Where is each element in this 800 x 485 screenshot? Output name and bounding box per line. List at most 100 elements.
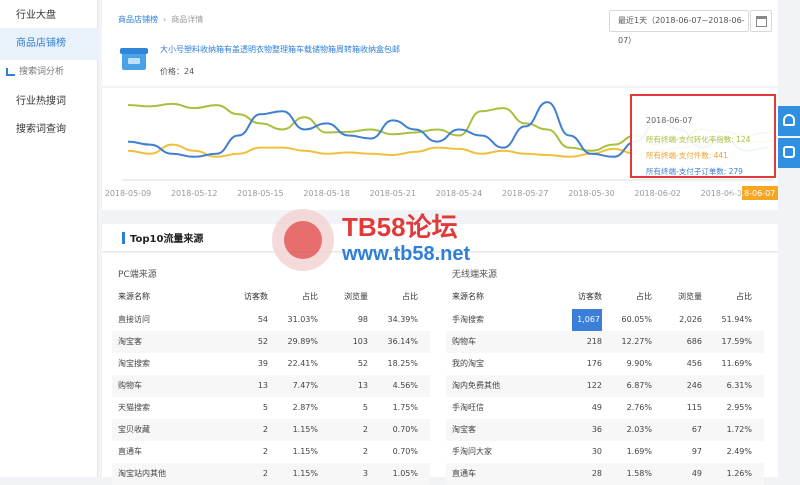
table-cell: 手淘问大家 [452, 447, 492, 456]
table-cell: 1.26% [726, 469, 752, 478]
chart-icon [6, 67, 15, 76]
table-row[interactable]: 宝贝收藏 2 1.15% 2 0.70% [112, 419, 430, 441]
table-cell: 1.58% [626, 469, 652, 478]
tooltip-line-items: 所有终端-支付件数: 441 [646, 151, 728, 160]
table-cell: 97 [691, 447, 702, 456]
table-cell: 686 [686, 337, 702, 346]
table-cell: 7.47% [292, 381, 318, 390]
table-cell: 淘宝客 [452, 425, 476, 434]
table-cell: 1.15% [292, 447, 318, 456]
table-row[interactable]: 直通车 28 1.58% 49 1.26% [446, 463, 764, 485]
sidebar-item-product-rank[interactable]: 商品店铺榜 [0, 28, 98, 60]
table-row[interactable]: 手淘问大家 30 1.69% 97 2.49% [446, 441, 764, 463]
table-cell: 1.05% [392, 469, 418, 478]
table-cell: 手淘旺信 [452, 403, 484, 412]
table-cell: 2 [262, 425, 268, 434]
table-cell: 直接访问 [118, 315, 150, 324]
table-row[interactable]: 淘宝客 36 2.03% 67 1.72% [446, 419, 764, 441]
table-cell: 淘宝客 [118, 337, 142, 346]
table-row[interactable]: 淘宝搜索 39 22.41% 52 18.25% [112, 353, 430, 375]
chat-button[interactable] [778, 138, 800, 168]
table-cell: 49 [591, 403, 602, 412]
x-tick-label: 2018-06-02 [634, 189, 681, 198]
table-cell: 13 [257, 381, 268, 390]
table-row[interactable]: 购物车 13 7.47% 13 4.56% [112, 375, 430, 397]
table-cell: 52 [257, 337, 268, 346]
table-row[interactable]: 直接访问 54 31.03% 98 34.39% [112, 309, 430, 331]
sidebar-item-word-query[interactable]: 搜索词查询 [0, 114, 98, 146]
table-row[interactable]: 手淘搜索 1,067 60.05% 2,026 51.94% [446, 309, 764, 331]
product-title[interactable]: 大小号塑料收纳箱有盖透明衣物整理箱车载储物箱周转箱收纳盒包邮 [160, 44, 400, 55]
table-cell: 5 [262, 403, 268, 412]
column-header: 浏览量 [344, 292, 368, 301]
table-cell: 手淘搜索 [452, 315, 484, 324]
sidebar-item-label: 商品店铺榜 [16, 38, 66, 49]
notification-button[interactable] [778, 106, 800, 136]
column-header: 来源名称 [452, 292, 484, 301]
pc-table-title: PC端来源 [118, 270, 157, 280]
table-cell: 2 [262, 469, 268, 478]
calendar-button[interactable] [750, 10, 772, 32]
table-cell: 122 [586, 381, 602, 390]
breadcrumb-link[interactable]: 商品店铺榜 [118, 15, 158, 24]
x-tick-label: 2018-05-09 [105, 189, 152, 198]
product-price: 价格：24 [160, 67, 195, 76]
table-cell: 39 [257, 359, 268, 368]
table-cell: 1,067 [572, 309, 602, 331]
table-row[interactable]: 天猫搜索 5 2.87% 5 1.75% [112, 397, 430, 419]
table-cell: 176 [586, 359, 602, 368]
table-cell: 2 [362, 447, 368, 456]
table-cell: 98 [357, 315, 368, 324]
table-cell: 54 [257, 315, 268, 324]
tooltip-line-conversion: 所有终端-支付转化率指数: 124 [646, 135, 751, 144]
column-header: 占比 [636, 292, 652, 301]
table-cell: 51.94% [721, 315, 752, 324]
table-row[interactable]: 淘内免费其他 122 6.87% 246 6.31% [446, 375, 764, 397]
tooltip-line-orders: 所有终端-支付子订单数: 279 [646, 167, 743, 176]
table-cell: 6.87% [626, 381, 652, 390]
table-cell: 34.39% [387, 315, 418, 324]
date-range-picker[interactable]: 最近1天（2018-06-07~2018-06-07） [609, 10, 749, 45]
table-cell: 宝贝收藏 [118, 425, 150, 434]
table-row[interactable]: 手淘旺信 49 2.76% 115 2.95% [446, 397, 764, 419]
table-cell: 18.25% [387, 359, 418, 368]
table-cell: 28 [591, 469, 602, 478]
table-cell: 5 [362, 403, 368, 412]
table-row[interactable]: 直通车 2 1.15% 2 0.70% [112, 441, 430, 463]
breadcrumb-separator: › [163, 15, 167, 24]
table-cell: 36.14% [387, 337, 418, 346]
table-cell: 1.69% [626, 447, 652, 456]
table-row[interactable]: 淘宝客 52 29.89% 103 36.14% [112, 331, 430, 353]
trend-chart-card: 2018-05-09 2018-05-12 2018-05-15 2018-05-18… [102, 88, 778, 210]
right-toolbar [778, 0, 800, 477]
table-cell: 天猫搜索 [118, 403, 150, 412]
sidebar-item-label: 行业热搜词 [16, 96, 66, 107]
mobile-table-title: 无线端来源 [452, 270, 498, 280]
table-cell: 2.49% [726, 447, 752, 456]
sidebar: 行业大盘 商品店铺榜 搜索词分析 行业热搜词 搜索词查询 [0, 0, 98, 477]
traffic-source-card: PC端来源 无线端来源 来源名称 访客数 占比 浏览量 占比 直接访问 54 31.03% 98… [102, 253, 778, 485]
table-row[interactable]: 淘宝站内其他 2 1.15% 3 1.05% [112, 463, 430, 485]
table-cell: 67 [691, 425, 702, 434]
x-tick-label: 2018-05-30 [568, 189, 615, 198]
table-cell: 218 [586, 337, 602, 346]
x-tick-label: 2018-05-15 [237, 189, 284, 198]
storage-box-icon [120, 48, 148, 70]
table-cell: 52 [357, 359, 368, 368]
table-row[interactable]: 购物车 218 12.27% 686 17.59% [446, 331, 764, 353]
table-cell: 购物车 [118, 381, 142, 390]
table-row[interactable]: 我的淘宝 176 9.90% 456 11.69% [446, 353, 764, 375]
table-cell: 246 [686, 381, 702, 390]
table-cell: 12.27% [621, 337, 652, 346]
table-cell: 2,026 [679, 315, 702, 324]
table-cell: 103 [352, 337, 368, 346]
table-cell: 1.72% [726, 425, 752, 434]
table-cell: 0.70% [392, 447, 418, 456]
product-header-card: 商品店铺榜 › 商品详情 最近1天（2018-06-07~2018-06-07） 大… [102, 0, 778, 86]
breadcrumb: 商品店铺榜 › 商品详情 [118, 14, 203, 25]
x-tick-label: 2018-05-24 [436, 189, 483, 198]
bell-icon [783, 114, 795, 126]
table-cell: 60.05% [621, 315, 652, 324]
table-cell: 2 [262, 447, 268, 456]
product-image[interactable] [120, 42, 148, 74]
